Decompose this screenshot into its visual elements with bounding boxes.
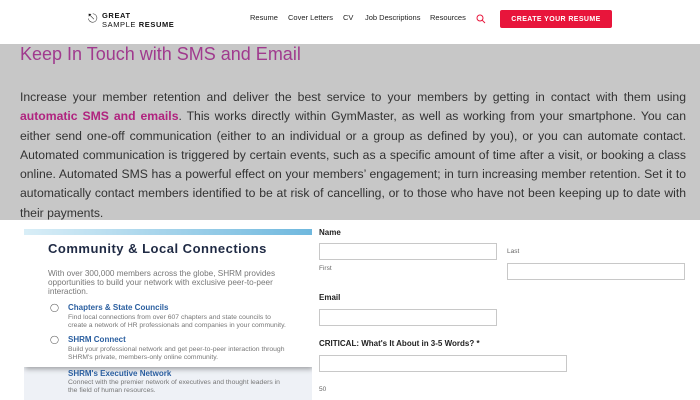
sms-email-link[interactable]: automatic SMS and emails: [20, 109, 178, 123]
logo-text-top: GREAT: [102, 11, 131, 20]
card-sub-text-connect: Build your professional network and get …: [68, 346, 285, 361]
card-sub-text-executive: Connect with the premier network of exec…: [68, 379, 280, 394]
search-icon[interactable]: [476, 14, 486, 24]
nav-item-cover-letters[interactable]: Cover Letters: [288, 13, 333, 22]
last-name-sublabel: Last: [507, 248, 520, 255]
shrm-promo-card: Community & Local Connections With over …: [24, 229, 312, 400]
logo-text-bottom: SAMPLE RESUME: [102, 20, 175, 29]
shrm-card-panel: Community & Local Connections With over …: [24, 229, 312, 367]
card-accent-bar: [24, 229, 312, 235]
first-name-input[interactable]: [319, 243, 497, 260]
check-circle-icon: ◯: [50, 303, 59, 312]
email-input[interactable]: [319, 309, 497, 326]
logo-icon: ⎋: [88, 11, 98, 25]
nav-item-job-descriptions[interactable]: Job Descriptions: [365, 13, 420, 22]
critical-input[interactable]: [319, 355, 567, 372]
critical-label: CRITICAL: What's It About in 3-5 Words? …: [319, 339, 480, 348]
article-headline: Keep In Touch with SMS and Email: [20, 44, 301, 64]
character-counter: 50: [319, 386, 327, 393]
card-sub-title-connect: SHRM Connect: [68, 335, 126, 344]
card-title: Community & Local Connections: [48, 241, 267, 256]
check-circle-icon: ◯: [50, 335, 59, 344]
article-paragraph: Increase your member retention and deliv…: [20, 90, 686, 220]
site-header: ⎋ GREAT SAMPLE RESUME Resume Cover Lette…: [0, 0, 700, 44]
card-sub-text-chapters: Find local connections from over 607 cha…: [68, 314, 286, 329]
nav-item-cv[interactable]: CV: [343, 13, 353, 22]
name-label: Name: [319, 228, 341, 237]
card-sub-title-chapters: Chapters & State Councils: [68, 303, 169, 312]
card-body: With over 300,000 members across the glo…: [48, 269, 276, 296]
create-resume-button[interactable]: CREATE YOUR RESUME: [500, 10, 612, 28]
last-name-input[interactable]: [507, 263, 685, 280]
logo[interactable]: ⎋ GREAT SAMPLE RESUME: [88, 10, 174, 32]
first-name-sublabel: First: [319, 265, 332, 272]
email-label: Email: [319, 293, 341, 302]
card-sub-title-executive: SHRM's Executive Network: [68, 369, 172, 378]
nav-item-resources[interactable]: Resources: [430, 13, 466, 22]
nav-item-resume[interactable]: Resume: [250, 13, 278, 22]
